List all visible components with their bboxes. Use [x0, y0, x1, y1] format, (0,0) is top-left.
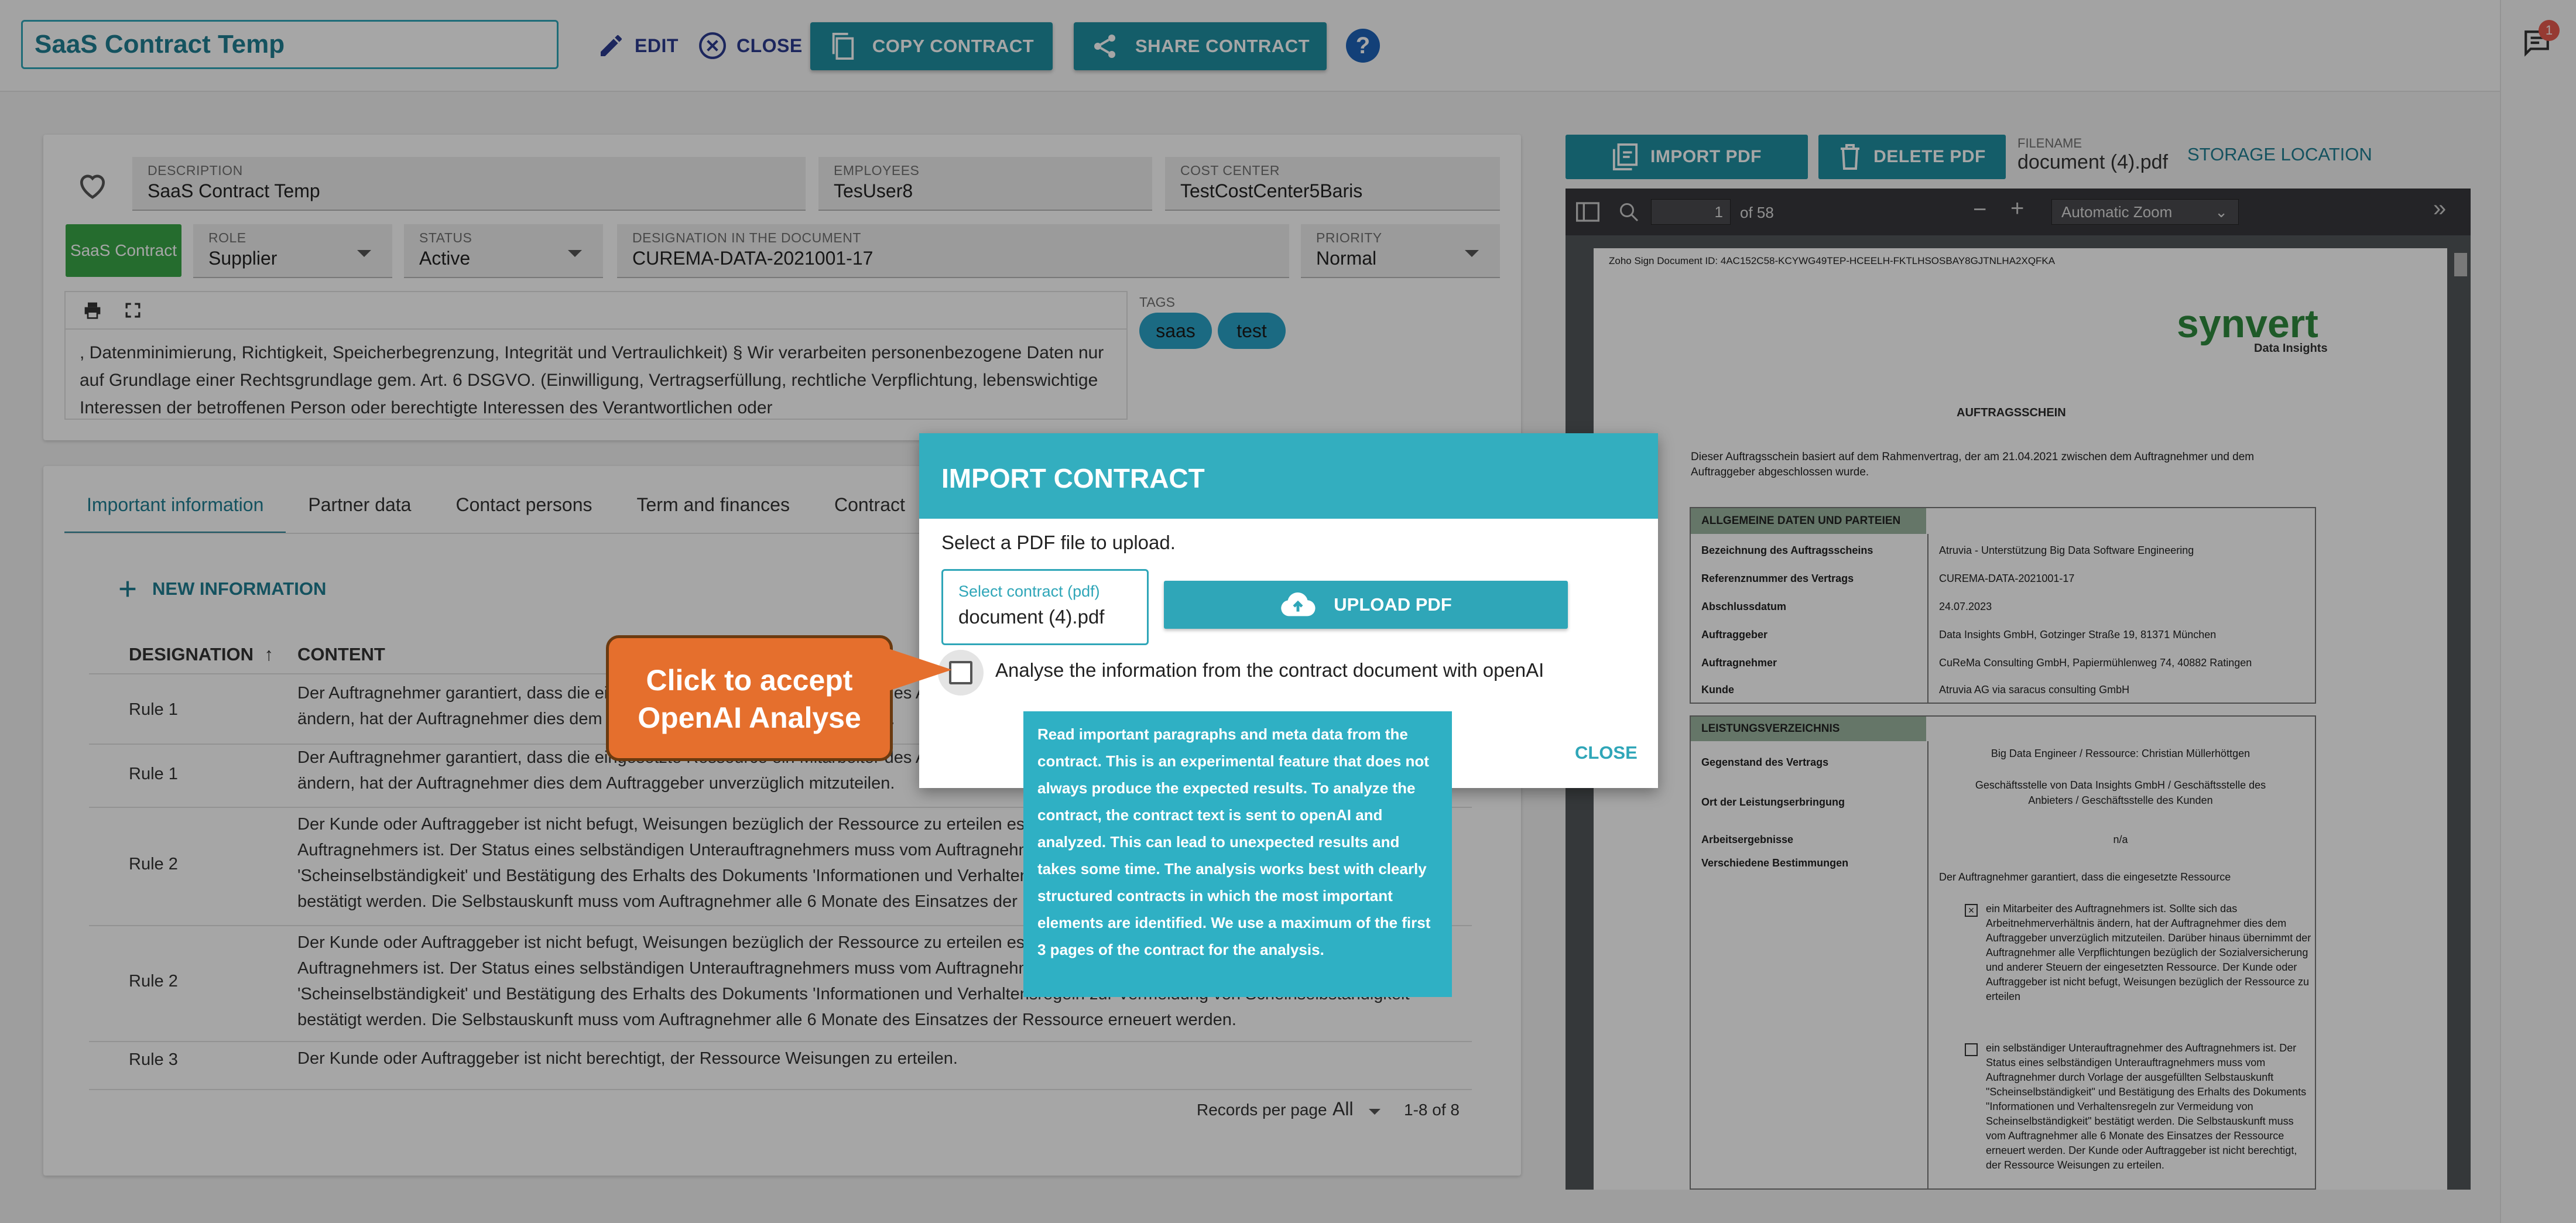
- contract-file-select[interactable]: Select contract (pdf) document (4).pdf: [941, 569, 1149, 645]
- openai-analyse-checkbox[interactable]: [949, 661, 972, 684]
- callout-line: Click to accept: [646, 664, 853, 697]
- cloud-upload-icon: [1281, 592, 1316, 616]
- file-select-value: document (4).pdf: [958, 606, 1105, 628]
- callout-arrow: [889, 649, 952, 691]
- openai-analyse-label[interactable]: Analyse the information from the contrac…: [995, 659, 1544, 681]
- openai-info-tooltip: Read important paragraphs and meta data …: [1023, 711, 1452, 997]
- upload-pdf-button[interactable]: UPLOAD PDF: [1164, 581, 1568, 629]
- annotation-callout: Click to accept OpenAI Analyse: [606, 635, 893, 761]
- dialog-subtitle: Select a PDF file to upload.: [941, 532, 1176, 553]
- dialog-title: IMPORT CONTRACT: [919, 433, 1658, 519]
- callout-line: OpenAI Analyse: [638, 701, 861, 734]
- upload-pdf-label: UPLOAD PDF: [1334, 594, 1452, 615]
- dialog-close-button[interactable]: CLOSE: [1575, 742, 1638, 763]
- file-select-label: Select contract (pdf): [958, 583, 1100, 600]
